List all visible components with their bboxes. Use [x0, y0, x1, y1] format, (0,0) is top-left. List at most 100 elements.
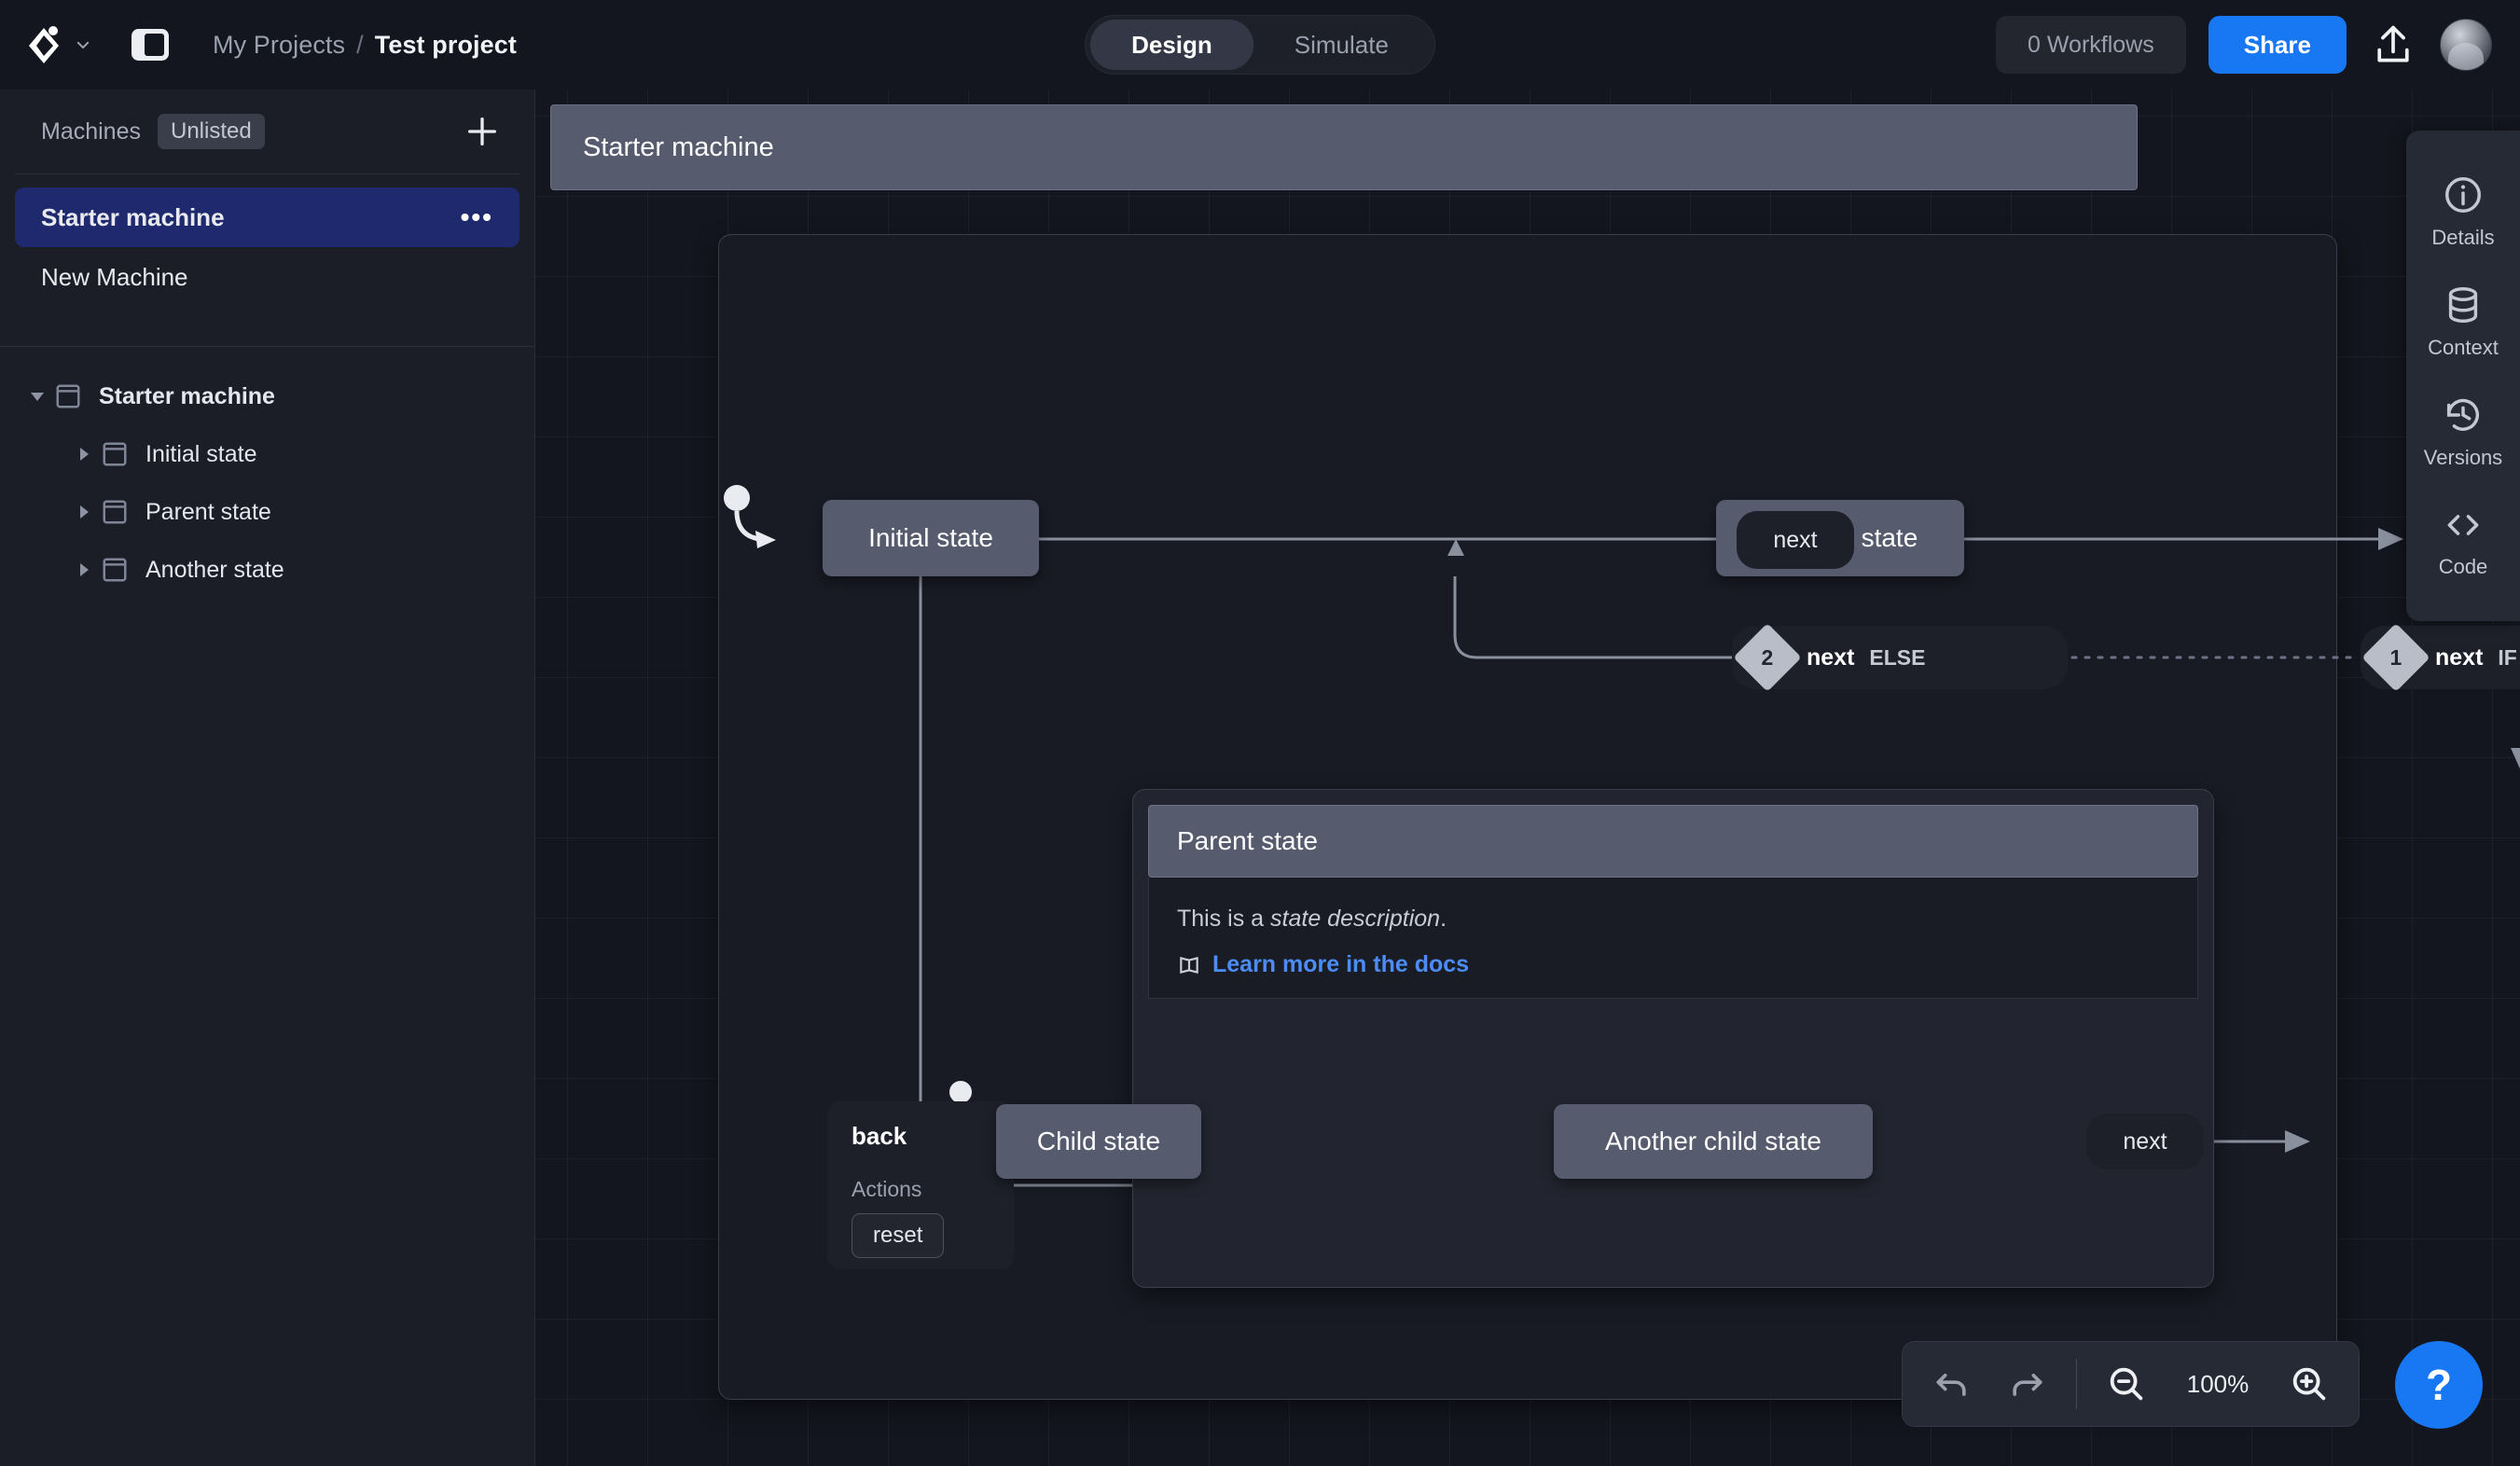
tree-node-label: Parent state: [145, 499, 271, 526]
machine-list: Starter machine ••• New Machine: [0, 174, 534, 307]
caret-down-icon[interactable]: [21, 387, 54, 406]
parent-state-description: This is a state description. Learn more …: [1148, 878, 2198, 999]
machines-header: Machines Unlisted: [0, 90, 534, 173]
event-pill-next[interactable]: next: [1737, 511, 1854, 569]
mode-switcher: Design Simulate: [1085, 15, 1435, 75]
workflows-button[interactable]: 0 Workflows: [1996, 16, 2186, 74]
guard-pill-next-else[interactable]: 2 next ELSE: [1732, 626, 2068, 689]
top-bar: My Projects / Test project Design Simula…: [0, 0, 2520, 90]
actions-label: Actions: [852, 1177, 990, 1202]
machine-item-new[interactable]: New Machine: [15, 247, 519, 307]
tab-simulate[interactable]: Simulate: [1253, 20, 1430, 70]
toolbar-divider: [2076, 1359, 2077, 1409]
guard-keyword-label: IF: [2498, 645, 2516, 671]
more-options-icon[interactable]: •••: [461, 202, 493, 232]
tree-node-starter-machine[interactable]: Starter machine: [0, 367, 534, 425]
event-node-back[interactable]: back Actions reset: [827, 1101, 1014, 1269]
panel-toggle-button[interactable]: [129, 23, 172, 66]
docs-link[interactable]: Learn more in the docs: [1177, 951, 2169, 978]
back-event-label: back: [852, 1122, 990, 1151]
panel-item-context[interactable]: Context: [2406, 267, 2520, 377]
database-icon: [2442, 284, 2485, 326]
docs-link-label: Learn more in the docs: [1212, 951, 1469, 978]
state-node-icon: [54, 382, 82, 410]
tree-node-label: Initial state: [145, 441, 257, 468]
panel-item-label: Context: [2428, 336, 2499, 360]
guard-keyword-label: ELSE: [1869, 645, 1925, 671]
book-icon: [1177, 953, 1201, 977]
share-button[interactable]: Share: [2208, 16, 2347, 74]
history-icon: [2442, 394, 2485, 436]
redo-button[interactable]: [2001, 1359, 2052, 1409]
description-suffix: .: [1440, 906, 1447, 932]
panel-toggle-icon: [132, 29, 169, 61]
upload-button[interactable]: [2369, 21, 2417, 69]
upload-icon: [2372, 22, 2415, 67]
tree-node-label: Starter machine: [99, 383, 275, 410]
plus-icon: [464, 113, 501, 150]
event-pill-next-child[interactable]: next: [2086, 1113, 2204, 1169]
right-tool-panel: Details Context Versions Code: [2406, 131, 2520, 621]
description-prefix: This is a: [1177, 906, 1270, 932]
info-icon: [2442, 173, 2485, 216]
state-node-child-state[interactable]: Child state: [996, 1104, 1201, 1179]
breadcrumb-projects[interactable]: My Projects: [213, 31, 345, 60]
zoom-in-button[interactable]: [2284, 1359, 2334, 1409]
tab-design[interactable]: Design: [1090, 20, 1253, 70]
guard-event-label: next: [1807, 644, 1854, 671]
compound-state-parent-state[interactable]: Parent state This is a state description…: [1132, 789, 2214, 1288]
machines-title: Machines: [41, 118, 141, 145]
avatar[interactable]: [2440, 19, 2492, 71]
code-icon: [2441, 505, 2485, 546]
machine-item-label: New Machine: [41, 263, 188, 292]
stately-logo-icon: [28, 24, 65, 65]
tree-node-parent-state[interactable]: Parent state: [0, 483, 534, 541]
description-emphasis: state description: [1270, 906, 1440, 932]
app-logo-menu[interactable]: [28, 24, 91, 65]
description-text: This is a state description.: [1177, 906, 2169, 933]
zoom-in-icon: [2288, 1362, 2331, 1405]
panel-item-label: Versions: [2424, 446, 2502, 470]
undo-button[interactable]: [1927, 1359, 1977, 1409]
panel-item-label: Code: [2439, 555, 2488, 579]
machine-item-starter[interactable]: Starter machine •••: [15, 187, 519, 247]
zoom-out-button[interactable]: [2101, 1359, 2152, 1409]
state-node-icon: [101, 556, 129, 584]
chevron-down-icon: [75, 36, 91, 53]
breadcrumb-current-project[interactable]: Test project: [375, 31, 517, 60]
panel-item-versions[interactable]: Versions: [2406, 377, 2520, 487]
left-sidebar: Machines Unlisted Starter machine ••• Ne…: [0, 90, 535, 1466]
zoom-out-icon: [2105, 1362, 2148, 1405]
state-node-icon: [101, 440, 129, 468]
guard-order-badge: 2: [1733, 623, 1802, 692]
state-node-icon: [101, 498, 129, 526]
state-tree: Starter machine Initial state Parent sta…: [0, 347, 534, 599]
breadcrumb-separator: /: [356, 31, 364, 60]
tree-node-label: Another state: [145, 557, 284, 584]
machine-item-label: Starter machine: [41, 203, 225, 232]
caret-right-icon[interactable]: [67, 560, 101, 579]
visibility-badge: Unlisted: [158, 114, 265, 149]
caret-right-icon[interactable]: [67, 503, 101, 521]
machine-title[interactable]: Starter machine: [550, 104, 2138, 190]
parent-state-title[interactable]: Parent state: [1148, 805, 2198, 878]
guard-event-label: next: [2435, 644, 2483, 671]
add-machine-button[interactable]: [462, 111, 503, 152]
panel-item-details[interactable]: Details: [2406, 157, 2520, 267]
redo-icon: [2006, 1363, 2047, 1404]
zoom-toolbar: 100%: [1902, 1341, 2360, 1427]
zoom-level-value[interactable]: 100%: [2176, 1370, 2260, 1399]
breadcrumb: My Projects / Test project: [213, 31, 517, 60]
guard-pill-next-if[interactable]: 1 next IF some condition: [2361, 626, 2520, 689]
tree-node-another-state[interactable]: Another state: [0, 541, 534, 599]
action-chip-reset[interactable]: reset: [852, 1213, 944, 1258]
caret-right-icon[interactable]: [67, 445, 101, 463]
tree-node-initial-state[interactable]: Initial state: [0, 425, 534, 483]
panel-item-label: Details: [2431, 226, 2494, 250]
state-node-initial-state[interactable]: Initial state: [823, 500, 1039, 576]
guard-order-badge: 1: [2361, 623, 2430, 692]
diagram-canvas[interactable]: Starter machine: [535, 90, 2520, 1466]
panel-item-code[interactable]: Code: [2406, 487, 2520, 597]
state-node-another-child-state[interactable]: Another child state: [1554, 1104, 1873, 1179]
help-button[interactable]: ?: [2395, 1341, 2483, 1429]
